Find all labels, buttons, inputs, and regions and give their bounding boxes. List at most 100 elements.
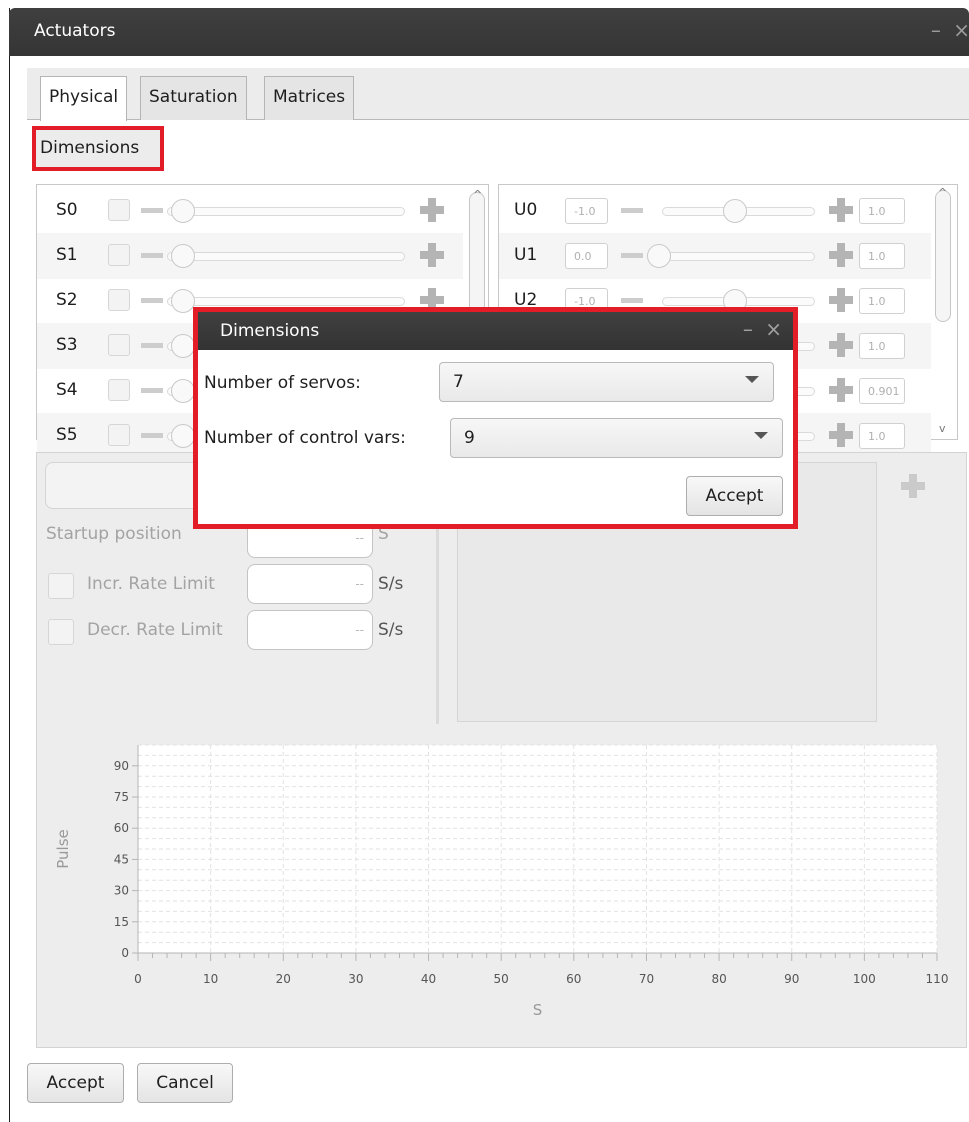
control-var-row[interactable]: U1 0.0 1.0 [499,233,931,279]
x-axis-label: S [533,1001,543,1019]
servos-count-select[interactable]: 7 [439,362,774,402]
tab-matrices[interactable]: Matrices [264,76,355,120]
control-var-row[interactable]: U0 -1.0 1.0 [499,188,931,234]
plus-icon[interactable] [420,243,444,267]
plus-icon[interactable] [829,333,853,357]
control-var-slider-thumb[interactable] [647,244,671,268]
chevron-down-icon [754,432,768,439]
servo-enable-checkbox[interactable] [108,289,130,311]
x-tick-label: 30 [348,972,363,986]
servo-label: S4 [56,380,78,400]
plus-icon[interactable] [829,198,853,222]
minus-icon[interactable] [141,253,163,258]
servo-slider-thumb[interactable] [171,199,195,223]
y-tick-label: 15 [114,915,129,929]
plus-icon[interactable] [420,198,444,222]
x-tick-label: 110 [926,972,949,986]
control-var-min-input[interactable]: 0.0 [565,243,608,269]
minus-icon[interactable] [141,388,163,393]
control-var-scrollbar[interactable] [935,190,951,322]
servos-count-label: Number of servos: [204,373,361,393]
control-var-slider-thumb[interactable] [723,199,747,223]
minus-icon[interactable] [141,433,163,438]
servo-label: S3 [56,335,78,355]
window-title: Actuators [34,21,116,41]
x-tick-label: 100 [853,972,876,986]
tab-saturation[interactable]: Saturation [140,76,247,120]
minus-icon[interactable] [621,298,643,303]
accept-button[interactable]: Accept [27,1063,124,1103]
x-tick-label: 0 [134,972,142,986]
control-var-max-input[interactable]: 1.0 [859,288,905,314]
decr-rate-unit: S/s [378,620,404,640]
decr-rate-checkbox[interactable] [48,619,74,645]
decr-rate-input[interactable]: -- [247,610,373,650]
y-tick-label: 90 [114,759,129,773]
x-tick-label: 10 [203,972,218,986]
control-vars-count-select[interactable]: 9 [450,418,783,458]
servo-slider-track[interactable] [167,297,405,306]
control-var-min-input[interactable]: -1.0 [565,198,608,224]
x-tick-label: 20 [276,972,291,986]
window-titlebar[interactable]: Actuators – × [9,8,969,56]
control-vars-count-value: 9 [464,428,475,448]
add-icon[interactable] [901,474,925,498]
minus-icon[interactable] [141,298,163,303]
servo-enable-checkbox[interactable] [108,379,130,401]
control-var-max-input[interactable]: 1.0 [859,423,905,449]
startup-position-label: Startup position [46,524,182,544]
plus-icon[interactable] [829,423,853,447]
servo-slider-track[interactable] [167,207,405,216]
dialog-controls[interactable]: – × [743,317,785,341]
incr-rate-input[interactable]: -- [247,564,373,604]
x-tick-label: 80 [711,972,726,986]
servo-enable-checkbox[interactable] [108,424,130,446]
x-tick-label: 60 [566,972,581,986]
minus-icon[interactable] [141,208,163,213]
scroll-up-icon[interactable]: ^ [938,186,947,199]
y-tick-label: 75 [114,790,129,804]
minus-icon[interactable] [621,208,643,213]
incr-rate-unit: S/s [378,574,404,594]
scroll-up-icon[interactable]: ^ [473,188,482,201]
control-var-max-input[interactable]: 1.0 [859,333,905,359]
servo-slider-thumb[interactable] [171,334,195,358]
minus-icon[interactable] [621,253,643,258]
scroll-down-icon[interactable]: v [939,422,946,435]
servo-slider-track[interactable] [167,252,405,261]
control-vars-count-label: Number of control vars: [204,428,406,448]
x-tick-label: 50 [494,972,509,986]
servo-row[interactable]: S0 [37,188,463,234]
window-controls[interactable]: – × [931,18,969,42]
plus-icon[interactable] [829,378,853,402]
chevron-down-icon [745,376,759,383]
incr-rate-checkbox[interactable] [48,573,74,599]
tab-physical[interactable]: Physical [40,76,128,121]
dialog-titlebar[interactable]: Dimensions – × [198,312,793,350]
servo-slider-thumb[interactable] [171,424,195,448]
dimensions-button[interactable]: Dimensions [32,126,164,171]
servo-slider-thumb[interactable] [171,244,195,268]
cancel-button[interactable]: Cancel [137,1063,233,1103]
control-var-slider-track[interactable] [662,252,815,261]
minus-icon[interactable] [141,343,163,348]
plus-icon[interactable] [829,243,853,267]
y-tick-label: 60 [114,821,129,835]
servo-label: S5 [56,425,78,445]
control-var-max-input[interactable]: 1.0 [859,243,905,269]
servo-enable-checkbox[interactable] [108,334,130,356]
y-axis-label: Pulse [54,829,72,869]
y-tick-label: 30 [114,884,129,898]
plus-icon[interactable] [829,288,853,312]
control-var-max-input[interactable]: 0.901 [859,378,905,404]
servo-slider-thumb[interactable] [171,379,195,403]
servos-count-value: 7 [453,372,464,392]
servo-row[interactable]: S1 [37,233,463,279]
servo-label: S2 [56,290,78,310]
servo-enable-checkbox[interactable] [108,244,130,266]
servo-label: S0 [56,200,78,220]
control-var-max-input[interactable]: 1.0 [859,198,905,224]
servo-slider-thumb[interactable] [171,289,195,313]
dialog-accept-button[interactable]: Accept [686,476,783,516]
servo-enable-checkbox[interactable] [108,199,130,221]
